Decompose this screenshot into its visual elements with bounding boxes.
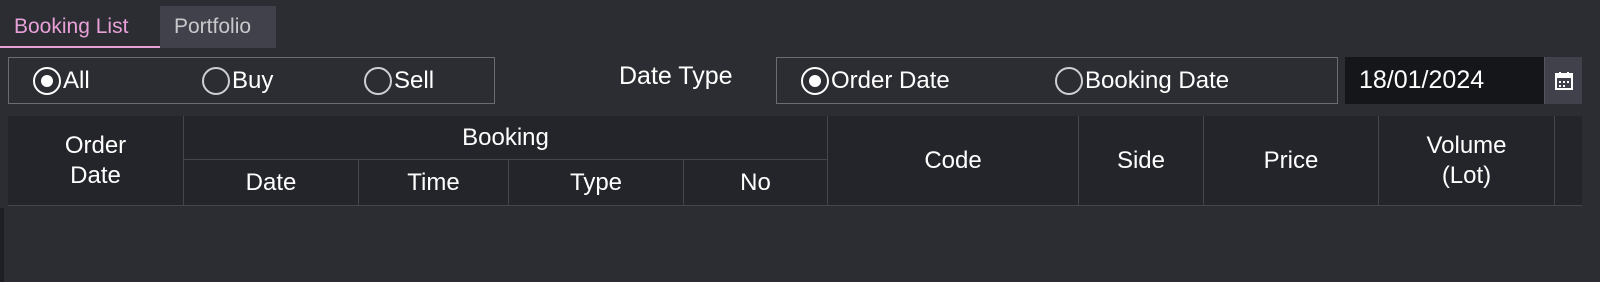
booking-table-header: Order Date Booking Date Time Type No Cod…: [8, 116, 1582, 206]
tab-booking-list[interactable]: Booking List: [0, 6, 160, 48]
table-body-empty: [8, 206, 1600, 282]
col-volume[interactable]: Volume (Lot): [1379, 116, 1555, 206]
calendar-icon: [1554, 71, 1573, 90]
radio-unselected-icon: [364, 66, 392, 95]
radio-buy[interactable]: Buy: [202, 58, 273, 103]
side-filter-group: All Buy Sell: [8, 57, 495, 104]
col-booking-no[interactable]: No: [684, 160, 828, 206]
radio-booking-date-label: Booking Date: [1085, 66, 1230, 94]
radio-unselected-icon: [1055, 66, 1083, 95]
col-booking-date[interactable]: Date: [184, 160, 359, 206]
date-type-label: Date Type: [619, 62, 733, 90]
col-order-date[interactable]: Order Date: [8, 116, 184, 206]
col-code[interactable]: Code: [828, 116, 1079, 206]
radio-order-date[interactable]: Order Date: [801, 58, 950, 103]
col-booking-type[interactable]: Type: [509, 160, 684, 206]
radio-booking-date[interactable]: Booking Date: [1055, 58, 1229, 103]
col-price[interactable]: Price: [1204, 116, 1379, 206]
col-booking-group: Booking: [184, 116, 828, 160]
radio-all[interactable]: All: [33, 58, 90, 103]
radio-selected-icon: [33, 66, 61, 95]
col-spacer: [1555, 116, 1582, 206]
table-left-edge: [0, 208, 4, 282]
tab-bar: Booking List Portfolio: [0, 0, 1600, 50]
date-input[interactable]: 18/01/2024: [1345, 57, 1544, 104]
col-side[interactable]: Side: [1079, 116, 1204, 206]
col-booking-time[interactable]: Time: [359, 160, 509, 206]
radio-order-date-label: Order Date: [831, 66, 950, 94]
date-type-group: Order Date Booking Date: [776, 57, 1338, 104]
radio-all-label: All: [63, 66, 90, 94]
radio-sell[interactable]: Sell: [364, 58, 434, 103]
radio-sell-label: Sell: [394, 66, 435, 94]
calendar-button[interactable]: [1544, 57, 1582, 104]
tab-portfolio[interactable]: Portfolio: [160, 6, 276, 48]
radio-unselected-icon: [202, 66, 230, 95]
radio-selected-icon: [801, 66, 829, 95]
radio-buy-label: Buy: [232, 66, 274, 94]
